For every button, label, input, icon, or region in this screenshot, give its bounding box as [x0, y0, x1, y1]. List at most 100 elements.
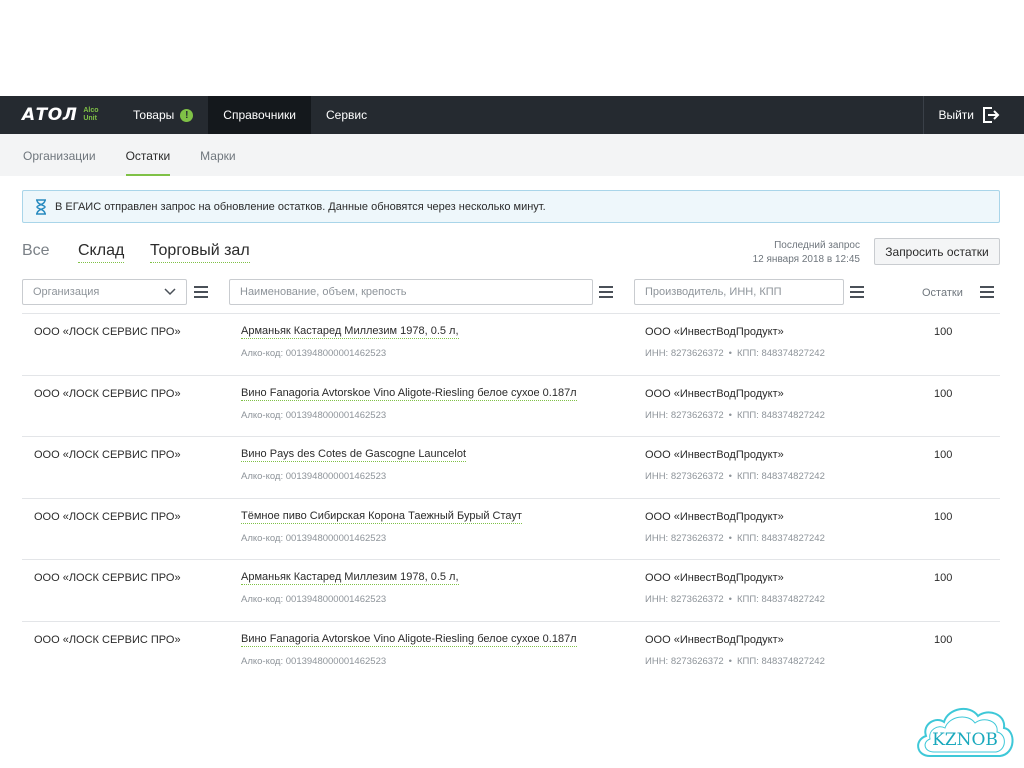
table-row: ООО «ЛОСК СЕРВИС ПРО» Вино Fanagoria Avt…	[22, 622, 1000, 684]
view-tab-sales-floor[interactable]: Торговый зал	[150, 242, 250, 263]
watermark-text: KZNOB	[932, 730, 998, 750]
kpp-value: КПП: 848374827242	[737, 594, 825, 605]
cell-alco-code: Алко-код: 0013948000001462523	[241, 409, 387, 421]
tab-marks[interactable]: Марки	[200, 134, 235, 176]
info-notice: В ЕГАИС отправлен запрос на обновление о…	[22, 190, 1000, 223]
watermark-logo: KZNOB	[917, 707, 1014, 757]
inn-value: ИНН: 8273626372	[645, 532, 724, 544]
table-row: ООО «ЛОСК СЕРВИС ПРО» Тёмное пиво Сибирс…	[22, 499, 1000, 560]
logout-icon	[983, 107, 1000, 123]
table-row: ООО «ЛОСК СЕРВИС ПРО» Арманьяк Кастаред …	[22, 560, 1000, 622]
cell-stock-qty: 100	[934, 449, 953, 461]
nav-item-label: Справочники	[223, 108, 296, 122]
organization-select-value: Организация	[33, 286, 100, 298]
cell-organization: ООО «ЛОСК СЕРВИС ПРО»	[34, 572, 181, 584]
view-tab-warehouse[interactable]: Склад	[78, 242, 125, 263]
cell-producer: ООО «ИнвестВодПродукт»	[645, 633, 784, 646]
last-request-label: Последний запрос	[774, 240, 860, 251]
nav-item-label: Товары	[133, 108, 175, 122]
nav-item-service[interactable]: Сервис	[311, 96, 382, 134]
cell-inn-kpp: ИНН: 8273626372 • КПП: 848374827242	[645, 348, 825, 359]
cell-organization: ООО «ЛОСК СЕРВИС ПРО»	[34, 387, 181, 400]
separator-dot: •	[728, 471, 732, 482]
cell-alco-code: Алко-код: 0013948000001462523	[241, 471, 387, 482]
separator-dot: •	[728, 594, 732, 605]
kpp-value: КПП: 848374827242	[737, 348, 825, 359]
separator-dot: •	[728, 348, 732, 359]
cell-inn-kpp: ИНН: 8273626372 • КПП: 848374827242	[645, 594, 825, 605]
cell-product-name[interactable]: Арманьяк Кастаред Миллезим 1978, 0.5 л,	[241, 325, 459, 339]
sub-navigation: Организации Остатки Марки	[0, 134, 1024, 176]
cell-inn-kpp: ИНН: 8273626372 • КПП: 848374827242	[645, 656, 825, 667]
cell-product-name[interactable]: Вино Fanagoria Avtorskoe Vino Aligote-Ri…	[241, 387, 577, 401]
logo-subtitle: Alco Unit	[83, 107, 98, 123]
view-tab-all[interactable]: Все	[22, 242, 50, 262]
request-stock-button[interactable]: Запросить остатки	[874, 238, 1000, 265]
logo[interactable]: АТОЛ Alco Unit	[0, 96, 118, 134]
last-request-date: 12 января 2018 в 12:45	[752, 254, 860, 265]
kpp-value: КПП: 848374827242	[737, 409, 825, 421]
tab-stock[interactable]: Остатки	[125, 134, 171, 176]
inn-value: ИНН: 8273626372	[645, 594, 724, 605]
stock-table: ООО «ЛОСК СЕРВИС ПРО» Арманьяк Кастаред …	[22, 313, 1000, 683]
inn-value: ИНН: 8273626372	[645, 348, 724, 359]
cell-organization: ООО «ЛОСК СЕРВИС ПРО»	[34, 633, 181, 646]
cell-alco-code: Алко-код: 0013948000001462523	[241, 348, 387, 359]
inn-value: ИНН: 8273626372	[645, 655, 724, 667]
separator-dot: •	[728, 409, 732, 421]
cell-product-name[interactable]: Вино Pays des Cotes de Gascogne Launcelo…	[241, 448, 467, 462]
cell-product-name[interactable]: Арманьяк Кастаред Миллезим 1978, 0.5 л,	[241, 571, 459, 585]
inn-value: ИНН: 8273626372	[645, 471, 724, 482]
cell-organization: ООО «ЛОСК СЕРВИС ПРО»	[34, 326, 181, 338]
table-row: ООО «ЛОСК СЕРВИС ПРО» Арманьяк Кастаред …	[22, 314, 1000, 376]
top-navbar: АТОЛ Alco Unit Товары ! Справочники Серв…	[0, 96, 1024, 134]
separator-dot: •	[728, 532, 732, 544]
logo-sub-alco: Alco	[83, 107, 99, 114]
notice-text: В ЕГАИС отправлен запрос на обновление о…	[55, 200, 546, 213]
org-column-menu-icon[interactable]	[194, 286, 208, 298]
chevron-down-icon	[164, 288, 176, 296]
cell-producer: ООО «ИнвестВодПродукт»	[645, 572, 784, 584]
cell-producer: ООО «ИнвестВодПродукт»	[645, 387, 784, 400]
table-row: ООО «ЛОСК СЕРВИС ПРО» Вино Fanagoria Avt…	[22, 376, 1000, 437]
stock-column-menu-icon[interactable]	[980, 286, 994, 298]
hourglass-icon	[36, 198, 46, 215]
cell-producer: ООО «ИнвестВодПродукт»	[645, 326, 784, 338]
cell-stock-qty: 100	[934, 510, 953, 523]
cell-stock-qty: 100	[934, 387, 953, 400]
logo-sub-unit: Unit	[83, 115, 97, 122]
logo-text: АТОЛ	[22, 105, 78, 125]
alert-badge: !	[180, 108, 194, 122]
organization-select[interactable]: Организация	[22, 279, 187, 305]
cell-inn-kpp: ИНН: 8273626372 • КПП: 848374827242	[645, 471, 825, 482]
nav-item-directories[interactable]: Справочники	[208, 96, 311, 134]
kpp-value: КПП: 848374827242	[737, 532, 825, 544]
cell-alco-code: Алко-код: 0013948000001462523	[241, 594, 387, 605]
tab-organizations[interactable]: Организации	[23, 134, 96, 176]
separator-dot: •	[728, 655, 732, 667]
producer-search-input[interactable]	[634, 279, 844, 305]
cell-stock-qty: 100	[934, 633, 953, 646]
logout-button[interactable]: Выйти	[923, 96, 1024, 134]
cell-organization: ООО «ЛОСК СЕРВИС ПРО»	[34, 510, 181, 523]
name-column-menu-icon[interactable]	[599, 286, 613, 298]
cell-producer: ООО «ИнвестВодПродукт»	[645, 510, 784, 523]
kpp-value: КПП: 848374827242	[737, 471, 825, 482]
cell-alco-code: Алко-код: 0013948000001462523	[241, 532, 387, 544]
producer-column-menu-icon[interactable]	[850, 286, 864, 298]
inn-value: ИНН: 8273626372	[645, 409, 724, 421]
cell-product-name[interactable]: Тёмное пиво Сибирская Корона Таежный Бур…	[241, 510, 522, 524]
cell-alco-code: Алко-код: 0013948000001462523	[241, 655, 387, 667]
cell-organization: ООО «ЛОСК СЕРВИС ПРО»	[34, 449, 181, 461]
cell-product-name[interactable]: Вино Fanagoria Avtorskoe Vino Aligote-Ri…	[241, 633, 577, 647]
cell-producer: ООО «ИнвестВодПродукт»	[645, 449, 784, 461]
name-search-input[interactable]	[229, 279, 593, 305]
nav-item-label: Сервис	[325, 108, 368, 122]
kpp-value: КПП: 848374827242	[737, 655, 825, 667]
cell-inn-kpp: ИНН: 8273626372 • КПП: 848374827242	[645, 410, 825, 421]
logout-label: Выйти	[938, 108, 974, 122]
nav-item-goods[interactable]: Товары !	[118, 96, 208, 134]
table-row: ООО «ЛОСК СЕРВИС ПРО» Вино Pays des Cote…	[22, 437, 1000, 499]
cell-inn-kpp: ИНН: 8273626372 • КПП: 848374827242	[645, 533, 825, 544]
